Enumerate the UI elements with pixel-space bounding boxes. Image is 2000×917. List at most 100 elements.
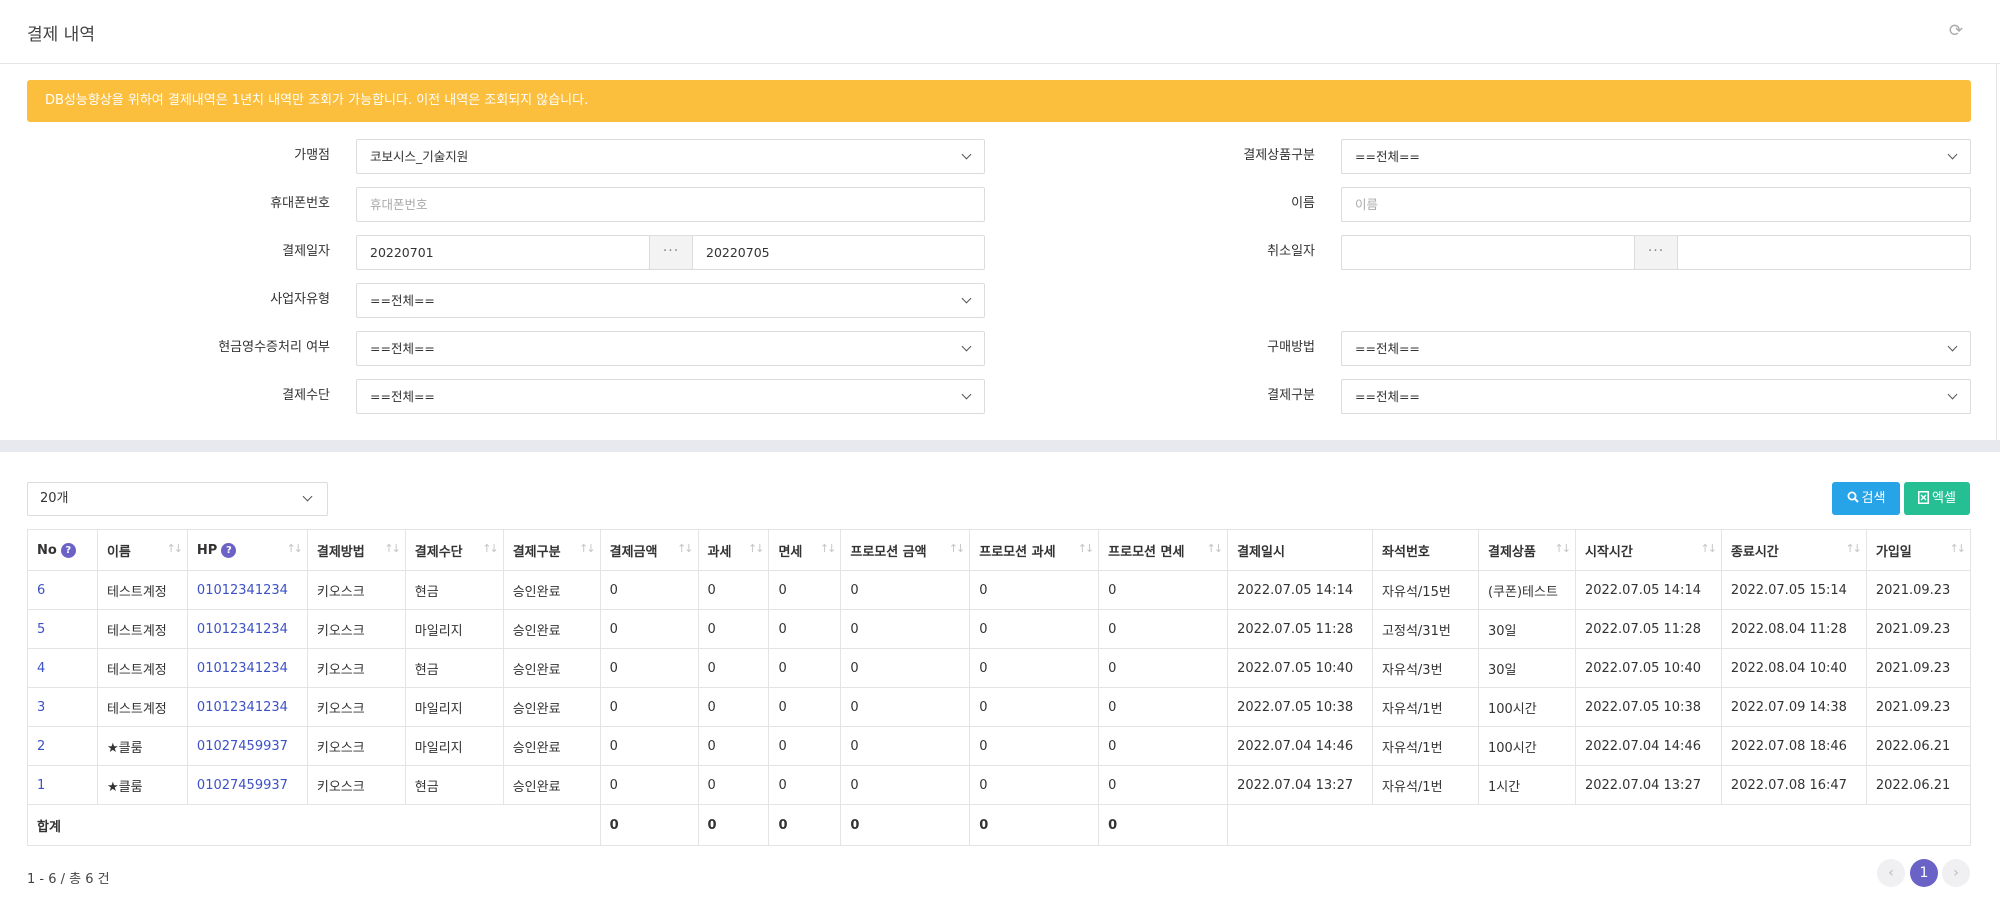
cell-hp[interactable]: 01027459937	[186, 765, 308, 805]
sort-icon[interactable]: ↑↓	[286, 542, 303, 555]
question-icon[interactable]: ?	[221, 542, 237, 558]
column-header-product[interactable]: 결제상품 ↑↓	[1477, 529, 1576, 571]
payment-kind-value: ==전체==	[1355, 389, 1420, 404]
cell-joined: 2022.06.21	[1865, 726, 1972, 766]
refresh-icon[interactable]: ⟳	[1947, 22, 1965, 40]
cash-receipt-select[interactable]: ==전체==	[356, 331, 985, 366]
phone-input[interactable]: 휴대폰번호	[356, 187, 985, 222]
cash-receipt-value: ==전체==	[370, 341, 435, 356]
column-header-name[interactable]: 이름 ↑↓	[96, 529, 188, 571]
column-header-hp[interactable]: HP? ↑↓	[186, 529, 308, 571]
sort-icon[interactable]: ↑↓	[384, 542, 401, 555]
payment-means-select[interactable]: ==전체==	[356, 379, 985, 414]
column-header-start[interactable]: 시작시간 ↑↓	[1574, 529, 1722, 571]
notice-banner: DB성능향상을 위하여 결제내역은 1년치 내역만 조회가 가능합니다. 이전 …	[27, 80, 1971, 122]
cell-hp[interactable]: 01012341234	[186, 648, 308, 688]
cell-hp[interactable]: 01027459937	[186, 726, 308, 766]
pay-date-from-input[interactable]: 20220701	[356, 235, 650, 270]
cell-hp[interactable]: 01012341234	[186, 687, 308, 727]
table-row[interactable]: 1 ★클룸 01027459937 키오스크 현금 승인완료 0 0 0 0 0 0 2022.07.0…	[27, 765, 1972, 805]
cell-pay-kind: 승인완료	[502, 687, 601, 727]
cell-no[interactable]: 1	[27, 765, 98, 805]
excel-button[interactable]: 엑셀	[1904, 482, 1970, 515]
business-type-select[interactable]: ==전체==	[356, 283, 985, 318]
column-header-pay-method[interactable]: 결제방법 ↑↓	[306, 529, 406, 571]
cell-promo-tax: 0	[969, 687, 1100, 727]
table-row[interactable]: 3 테스트계정 01012341234 키오스크 마일리지 승인완료 0 0 0 0 0 0 2022.…	[27, 687, 1972, 727]
total-promo-tax-free: 0	[1098, 804, 1229, 846]
cell-start: 2022.07.04 13:27	[1574, 765, 1722, 805]
question-icon[interactable]: ?	[60, 542, 76, 558]
date-picker-button[interactable]: ···	[649, 235, 693, 270]
chevron-down-icon	[962, 380, 972, 413]
next-page-button[interactable]: ›	[1942, 859, 1970, 887]
sort-icon[interactable]: ↑↓	[1950, 542, 1967, 555]
product-type-select[interactable]: ==전체==	[1341, 139, 1971, 174]
cell-end: 2022.07.08 16:47	[1720, 765, 1867, 805]
cell-promo-tax-free: 0	[1098, 687, 1229, 727]
payment-kind-select[interactable]: ==전체==	[1341, 379, 1971, 414]
cell-seat: 자유석/1번	[1372, 687, 1479, 727]
sort-icon[interactable]: ↑↓	[748, 542, 765, 555]
column-header-promo-tax-free[interactable]: 프로모션 면세 ↑↓	[1098, 529, 1229, 571]
table-row[interactable]: 4 테스트계정 01012341234 키오스크 현금 승인완료 0 0 0 0 0 0 2022.07…	[27, 648, 1972, 688]
cell-start: 2022.07.05 11:28	[1574, 609, 1722, 649]
column-header-no[interactable]: No?	[27, 529, 98, 571]
search-button[interactable]: 검색	[1832, 482, 1900, 515]
column-header-joined[interactable]: 가입일 ↑↓	[1865, 529, 1972, 571]
result-count: 1 - 6 / 총 6 건	[27, 872, 110, 887]
sort-icon[interactable]: ↑↓	[1207, 542, 1224, 555]
prev-page-button[interactable]: ‹	[1877, 859, 1905, 887]
column-header-seat[interactable]: 좌석번호	[1372, 529, 1479, 571]
cell-hp[interactable]: 01012341234	[186, 609, 308, 649]
cell-hp[interactable]: 01012341234	[186, 570, 308, 610]
pay-date-to-input[interactable]: 20220705	[692, 235, 985, 270]
sort-icon[interactable]: ↑↓	[579, 542, 596, 555]
cell-pay-means: 마일리지	[404, 609, 504, 649]
sort-icon[interactable]: ↑↓	[1700, 542, 1717, 555]
column-header-tax-free[interactable]: 면세 ↑↓	[768, 529, 842, 571]
date-picker-button[interactable]: ···	[1634, 235, 1678, 270]
name-input[interactable]: 이름	[1341, 187, 1971, 222]
sort-icon[interactable]: ↑↓	[677, 542, 694, 555]
column-header-promo-amount[interactable]: 프로모션 금액 ↑↓	[840, 529, 971, 571]
table-header-row: No? 이름 ↑↓ HP? ↑↓ 결제방법 ↑↓ 결제수단 ↑↓ 결제구분 ↑↓ 결제금액…	[27, 529, 1972, 571]
cell-pay-kind: 승인완료	[502, 609, 601, 649]
cancel-date-to-input[interactable]	[1677, 235, 1971, 270]
column-header-pay-kind[interactable]: 결제구분 ↑↓	[502, 529, 601, 571]
cell-seat: 자유석/15번	[1372, 570, 1479, 610]
column-header-tax[interactable]: 과세 ↑↓	[697, 529, 770, 571]
table-row[interactable]: 5 테스트계정 01012341234 키오스크 마일리지 승인완료 0 0 0 0 0 0 2022.…	[27, 609, 1972, 649]
cell-no[interactable]: 3	[27, 687, 98, 727]
sort-icon[interactable]: ↑↓	[949, 542, 966, 555]
page-size-select[interactable]: 20개	[27, 482, 328, 516]
cell-no[interactable]: 2	[27, 726, 98, 766]
table-body: 6 테스트계정 01012341234 키오스크 현금 승인완료 0 0 0 0 0 0 2022.07…	[27, 570, 1972, 805]
sort-icon[interactable]: ↑↓	[1555, 542, 1572, 555]
table-row[interactable]: 6 테스트계정 01012341234 키오스크 현금 승인완료 0 0 0 0 0 0 2022.07…	[27, 570, 1972, 610]
column-header-promo-tax[interactable]: 프로모션 과세 ↑↓	[969, 529, 1100, 571]
cell-pay-means: 마일리지	[404, 687, 504, 727]
column-header-pay-means[interactable]: 결제수단 ↑↓	[404, 529, 504, 571]
sort-icon[interactable]: ↑↓	[820, 542, 837, 555]
sort-icon[interactable]: ↑↓	[166, 542, 183, 555]
store-select[interactable]: 코보시스_기술지원	[356, 139, 985, 174]
cell-end: 2022.07.09 14:38	[1720, 687, 1867, 727]
cell-tax-free: 0	[768, 609, 842, 649]
column-header-paid-at[interactable]: 결제일시	[1227, 529, 1374, 571]
cell-no[interactable]: 5	[27, 609, 98, 649]
purchase-method-select[interactable]: ==전체==	[1341, 331, 1971, 366]
total-empty	[1227, 804, 1971, 846]
column-header-end[interactable]: 종료시간 ↑↓	[1720, 529, 1867, 571]
sort-icon[interactable]: ↑↓	[1845, 542, 1862, 555]
sort-icon[interactable]: ↑↓	[1078, 542, 1095, 555]
column-header-amount[interactable]: 결제금액 ↑↓	[599, 529, 699, 571]
table-row[interactable]: 2 ★클룸 01027459937 키오스크 마일리지 승인완료 0 0 0 0 0 0 2022.07…	[27, 726, 1972, 766]
page-button-1[interactable]: 1	[1910, 859, 1938, 887]
cell-no[interactable]: 6	[27, 570, 98, 610]
cell-pay-method: 키오스크	[306, 570, 406, 610]
cell-no[interactable]: 4	[27, 648, 98, 688]
chevron-down-icon	[962, 140, 972, 173]
cancel-date-from-input[interactable]	[1341, 235, 1635, 270]
sort-icon[interactable]: ↑↓	[482, 542, 499, 555]
